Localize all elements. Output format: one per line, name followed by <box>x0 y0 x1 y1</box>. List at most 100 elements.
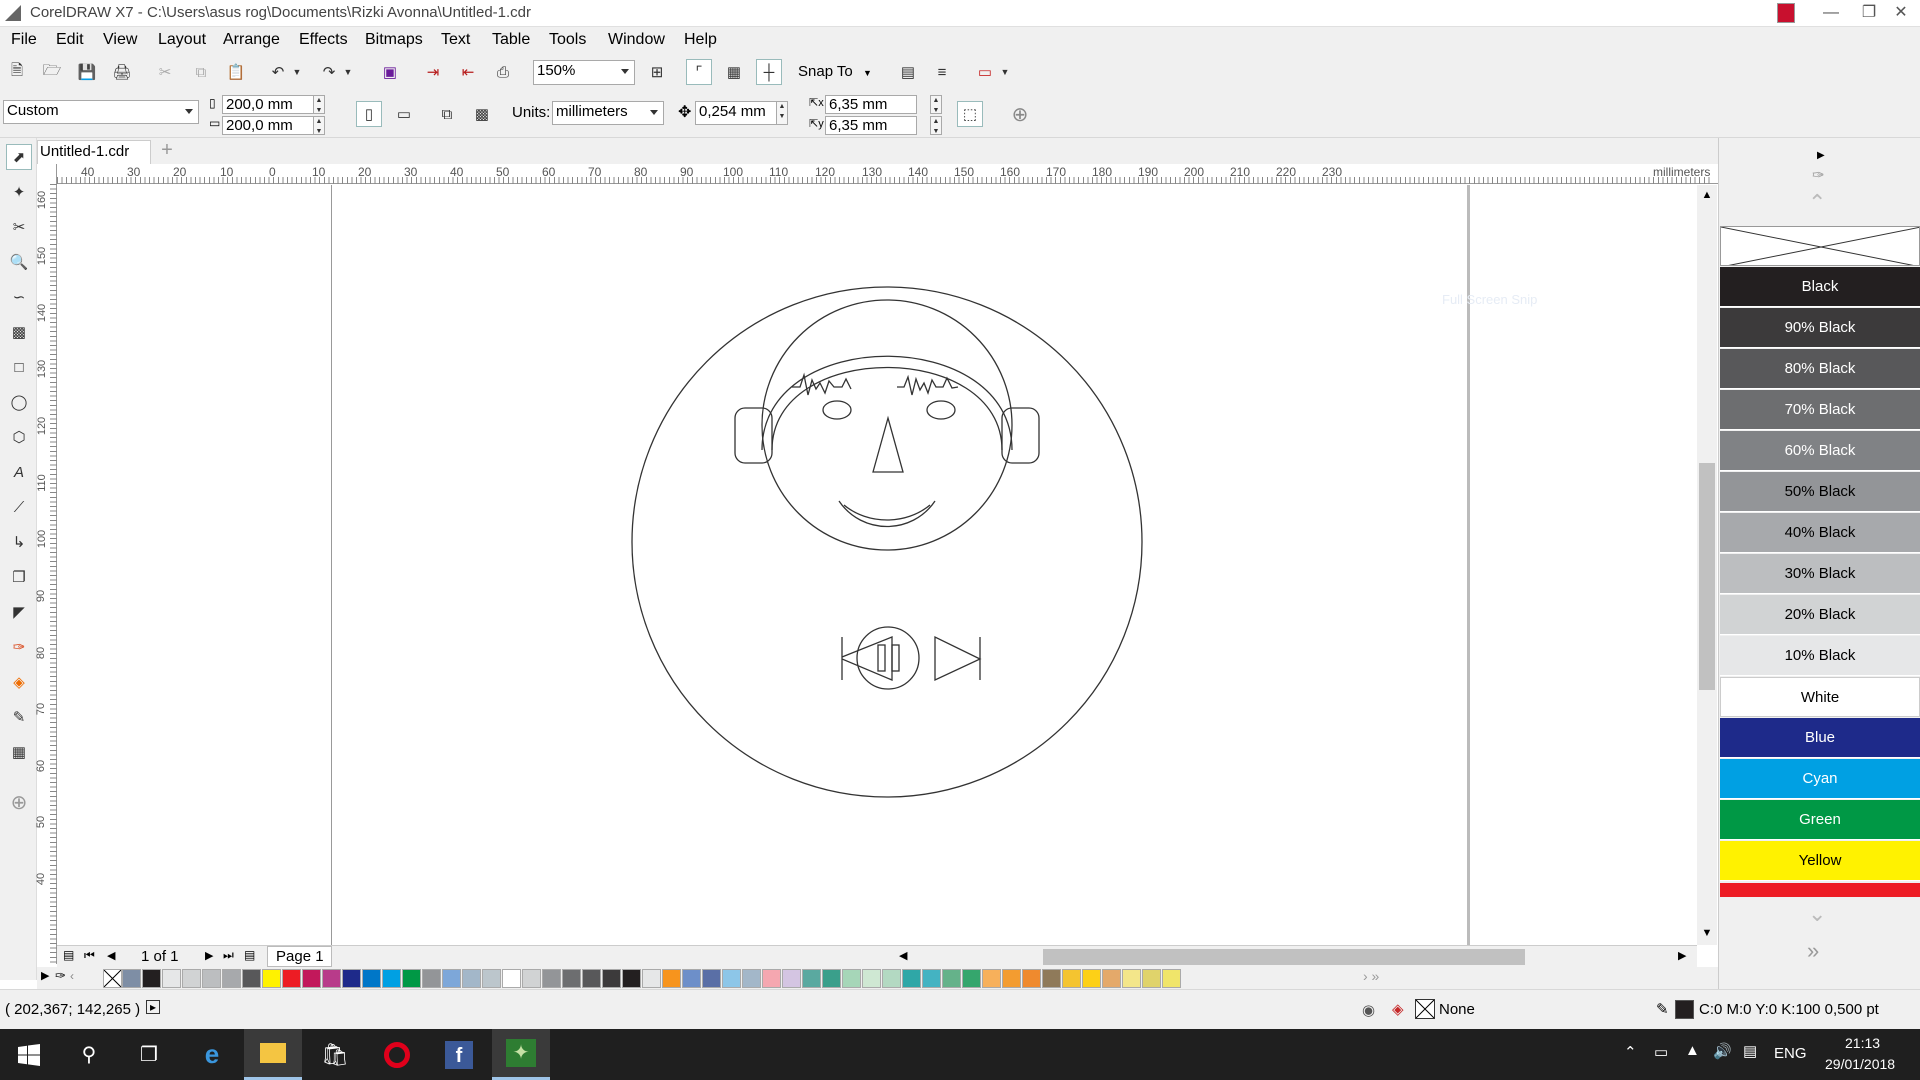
show-grid-icon[interactable]: ▦ <box>721 59 747 85</box>
polygon-tool-icon[interactable]: ⬡ <box>6 424 32 450</box>
clock-date[interactable]: 29/01/2018 <box>1825 1056 1895 1072</box>
units-select[interactable]: millimeters <box>552 101 664 125</box>
right-earcup[interactable] <box>1001 407 1040 464</box>
page-width-spinner[interactable]: ▲ ▼ <box>313 95 325 114</box>
palette-color-80-black[interactable]: 80% Black <box>1720 349 1920 389</box>
outer-circle[interactable] <box>631 286 1143 798</box>
first-page-icon[interactable]: ⏮ <box>84 948 95 963</box>
palette-color-20-black[interactable]: 20% Black <box>1720 595 1920 635</box>
action-center-icon[interactable]: ▤ <box>1743 1042 1757 1060</box>
color-swatch[interactable] <box>882 969 901 988</box>
palette-color-yellow[interactable]: Yellow <box>1720 841 1920 881</box>
scroll-down-arrow-icon[interactable]: ▼ <box>1697 927 1717 939</box>
outline-pen-tool-icon[interactable]: ✎ <box>6 704 32 730</box>
color-swatch[interactable] <box>382 969 401 988</box>
facebook-icon[interactable]: f <box>430 1029 488 1080</box>
redo-dropdown-icon[interactable]: ▼ <box>341 59 355 85</box>
show-rulers-icon[interactable]: ⌜ <box>686 59 712 85</box>
paste-icon[interactable]: 📋 <box>223 59 249 85</box>
color-swatch[interactable] <box>342 969 361 988</box>
open-icon[interactable]: 🗁 <box>39 59 65 85</box>
palette-scroll-up-icon[interactable]: ⌃ <box>1808 190 1826 216</box>
windows-start-icon[interactable] <box>0 1029 58 1080</box>
interactive-fill-tool-icon[interactable]: ◈ <box>6 669 32 695</box>
menu-table[interactable]: Table <box>492 31 530 49</box>
current-page-icon[interactable]: ▩ <box>469 101 495 127</box>
color-swatch[interactable] <box>722 969 741 988</box>
next-page-icon[interactable]: ▶ <box>205 949 213 962</box>
red-swatch-partial[interactable] <box>1720 883 1920 897</box>
fill-none-swatch[interactable] <box>1415 999 1435 1019</box>
color-swatch[interactable] <box>942 969 961 988</box>
music-face-drawing[interactable] <box>622 285 1152 815</box>
menu-text[interactable]: Text <box>441 31 470 49</box>
color-swatch[interactable] <box>802 969 821 988</box>
save-icon[interactable]: 💾 <box>74 59 100 85</box>
shape-tool-icon[interactable]: ✦ <box>6 179 32 205</box>
palette-scroll-down-icon[interactable]: ⌄ <box>1808 901 1826 927</box>
page-preset-select[interactable]: Custom <box>3 100 199 124</box>
color-swatch[interactable] <box>762 969 781 988</box>
publish-pdf-icon[interactable]: ⎙ <box>490 59 516 85</box>
color-swatch[interactable] <box>1062 969 1081 988</box>
add-tool-icon[interactable]: ⊕ <box>6 789 32 815</box>
coreldraw-taskbar-icon[interactable]: ✦ <box>492 1029 550 1080</box>
color-swatch[interactable] <box>682 969 701 988</box>
palette-color-60-black[interactable]: 60% Black <box>1720 431 1920 471</box>
workspace-icon[interactable]: ▭ <box>972 59 998 85</box>
color-swatch[interactable] <box>1162 969 1181 988</box>
color-swatch[interactable] <box>522 969 541 988</box>
duplicate-x-input[interactable]: 6,35 mm <box>825 95 917 114</box>
color-swatch[interactable] <box>182 969 201 988</box>
page-tab[interactable]: Page 1 <box>267 946 332 967</box>
color-swatch[interactable] <box>422 969 441 988</box>
vertical-scroll-thumb[interactable] <box>1699 463 1715 690</box>
search-icon[interactable]: ⚲ <box>60 1029 118 1080</box>
search-content-icon[interactable]: ▣ <box>377 59 403 85</box>
palette-color-green[interactable]: Green <box>1720 800 1920 840</box>
menu-view[interactable]: View <box>103 31 137 49</box>
color-swatch[interactable] <box>202 969 221 988</box>
new-tab-icon[interactable]: + <box>155 140 179 162</box>
color-swatch[interactable] <box>1142 969 1161 988</box>
zoom-tool-icon[interactable]: 🔍 <box>6 249 32 275</box>
color-swatch[interactable] <box>622 969 641 988</box>
outline-color-swatch[interactable] <box>1675 1000 1694 1019</box>
last-page-icon[interactable]: ⏭ <box>223 948 234 963</box>
headband-inner[interactable] <box>771 366 1003 451</box>
color-swatch[interactable] <box>922 969 941 988</box>
color-swatch[interactable] <box>782 969 801 988</box>
color-swatch[interactable] <box>322 969 341 988</box>
drawing-canvas[interactable]: Full Screen Snip <box>57 185 1697 945</box>
rectangle-tool-icon[interactable]: □ <box>6 354 32 380</box>
print-icon[interactable]: 🖨 <box>109 59 135 85</box>
color-swatch[interactable] <box>582 969 601 988</box>
color-swatch[interactable] <box>662 969 681 988</box>
face-circle[interactable] <box>761 299 1013 551</box>
menu-file[interactable]: File <box>11 31 37 49</box>
crop-tool-icon[interactable]: ✂ <box>6 214 32 240</box>
document-tab[interactable]: Untitled-1.cdr <box>37 140 151 164</box>
palette-color-40-black[interactable]: 40% Black <box>1720 513 1920 553</box>
add-page-icon[interactable]: ▤ <box>244 948 255 962</box>
palette-color-30-black[interactable]: 30% Black <box>1720 554 1920 594</box>
color-swatch[interactable] <box>542 969 561 988</box>
cut-icon[interactable]: ✂ <box>152 59 178 85</box>
status-play-icon[interactable]: ▸ <box>146 1000 160 1014</box>
horizontal-scroll-thumb[interactable] <box>1043 949 1525 965</box>
color-swatch[interactable] <box>962 969 981 988</box>
color-swatch[interactable] <box>482 969 501 988</box>
color-swatch[interactable] <box>122 969 141 988</box>
ellipse-tool-icon[interactable]: ◯ <box>6 389 32 415</box>
palette-scroll-left-icon[interactable]: ‹ <box>70 969 74 983</box>
all-pages-icon[interactable]: ⧉ <box>434 101 460 127</box>
show-guidelines-icon[interactable]: ┼ <box>756 59 782 85</box>
undo-dropdown-icon[interactable]: ▼ <box>290 59 304 85</box>
landscape-icon[interactable]: ▭ <box>391 101 417 127</box>
portrait-icon[interactable]: ▯ <box>356 101 382 127</box>
color-swatch[interactable] <box>702 969 721 988</box>
color-swatch[interactable] <box>742 969 761 988</box>
page-height-input[interactable]: 200,0 mm <box>222 116 314 135</box>
color-swatch[interactable] <box>562 969 581 988</box>
smile-outer[interactable] <box>838 500 936 528</box>
